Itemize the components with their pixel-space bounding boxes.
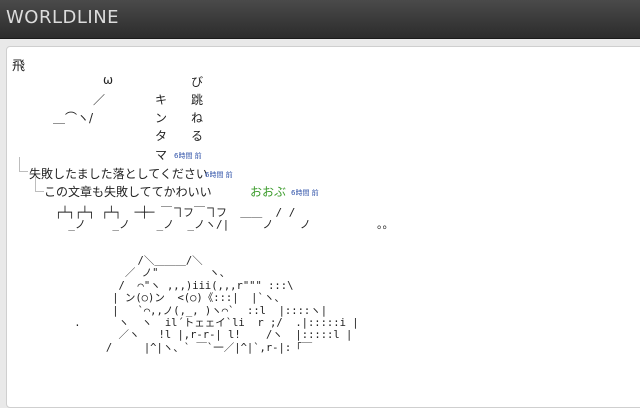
ascii-art-lettering: ┌┴┐┌┴┐ ┌┴┐ ─┼─ ￣ヿフ￣ヿフ ＿＿ / / _ノ _ノ _ノ _ノ… (55, 206, 394, 231)
art-fragment: び (191, 75, 204, 89)
art-fragment: る (191, 129, 204, 143)
app-title: WORLDLINE (6, 7, 120, 28)
thread-connector (19, 157, 28, 172)
ascii-art-face: /＼＿＿＿/＼ ／ ノ" ヽ、 / ⌒"ヽ ,,,)iii(,,,r""" ::… (74, 255, 359, 354)
thread-connector (35, 177, 44, 192)
app-header: WORLDLINE (0, 0, 640, 39)
art-fragment: マ (155, 148, 168, 162)
art-fragment: 跳 (191, 93, 204, 107)
reply-timestamp[interactable]: 6時間 前 (291, 188, 319, 198)
thread-panel: 飛 ω ／ ＿⌒ヽ/ び 跳 ね る キ ン タ マ 6時間 前 失敗したました… (6, 46, 640, 408)
art-fragment: ω (103, 73, 114, 87)
reply-text: 失敗したました落としてください (29, 167, 208, 181)
post-kanji: 飛 (12, 59, 26, 74)
art-fragment: ／ (93, 93, 106, 107)
post-timestamp[interactable]: 6時間 前 (174, 151, 202, 161)
reply-timestamp[interactable]: 6時間 前 (205, 170, 233, 180)
reply-text: この文章も失敗しててかわいい (44, 185, 212, 199)
art-fragment: タ (155, 129, 168, 143)
reply-highlight: おおぶ (250, 185, 287, 199)
art-fragment: キ (155, 93, 168, 107)
art-fragment: ね (191, 111, 204, 125)
art-fragment: ン (155, 111, 168, 125)
art-fragment: ＿⌒ヽ/ (53, 111, 94, 125)
